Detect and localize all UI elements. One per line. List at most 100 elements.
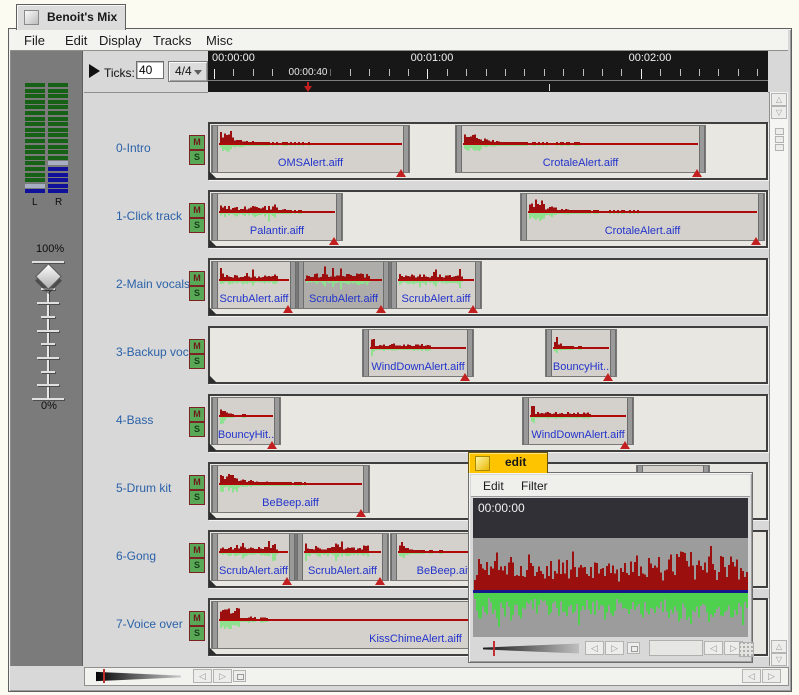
time-signature-dropdown[interactable]: 4/4: [168, 61, 208, 82]
clip-end-marker[interactable]: [283, 305, 293, 313]
timeline-ruler[interactable]: 00:00:00 00:01:00 00:02:00 00:00:40: [208, 51, 768, 92]
zoom-marker[interactable]: [493, 641, 495, 656]
solo-button[interactable]: S: [189, 558, 205, 573]
mute-button[interactable]: M: [189, 135, 205, 150]
clip-handle-right[interactable]: [336, 194, 342, 240]
close-button[interactable]: [24, 10, 39, 25]
clip-handle-right[interactable]: [289, 534, 295, 580]
solo-button[interactable]: S: [189, 626, 205, 641]
clip-handle-right[interactable]: [699, 126, 705, 172]
audio-clip[interactable]: BeBeep.aiff: [211, 465, 370, 513]
step-right-icon[interactable]: ▷: [762, 669, 781, 683]
edit-menu-edit[interactable]: Edit: [483, 479, 504, 493]
scrollbar-grip[interactable]: [775, 144, 784, 151]
clip-handle-right[interactable]: [290, 262, 296, 308]
edit-menu-filter[interactable]: Filter: [521, 479, 548, 493]
solo-button[interactable]: S: [189, 422, 205, 437]
track-label[interactable]: 5-Drum kit: [116, 481, 171, 495]
solo-button[interactable]: S: [189, 354, 205, 369]
clip-end-marker[interactable]: [329, 237, 339, 245]
bottom-scrollbar[interactable]: ◁ ▷ ◁ ▷: [84, 667, 789, 686]
scroll-up-icon[interactable]: △: [771, 640, 787, 653]
mute-button[interactable]: M: [189, 271, 205, 286]
menu-edit[interactable]: Edit: [65, 33, 87, 48]
solo-button[interactable]: S: [189, 218, 205, 233]
clip-end-marker[interactable]: [692, 169, 702, 177]
step-left-icon[interactable]: ◁: [193, 669, 212, 683]
audio-clip[interactable]: ScrubAlert.aiff: [390, 261, 482, 309]
audio-clip[interactable]: WindDownAlert.aiff: [522, 397, 634, 445]
clip-handle-right[interactable]: [363, 466, 369, 512]
clip-end-marker[interactable]: [267, 441, 277, 449]
clip-handle-right[interactable]: [627, 398, 633, 444]
audio-clip[interactable]: ScrubAlert.aiff: [211, 261, 297, 309]
clip-end-marker[interactable]: [375, 577, 385, 585]
scroll-up-icon[interactable]: △: [771, 93, 787, 106]
clip-handle-right[interactable]: [274, 398, 280, 444]
solo-button[interactable]: S: [189, 286, 205, 301]
audio-clip[interactable]: WindDownAlert.aiff: [362, 329, 474, 377]
mute-button[interactable]: M: [189, 475, 205, 490]
step-left-icon[interactable]: ◁: [585, 641, 604, 655]
clip-end-marker[interactable]: [356, 509, 366, 517]
audio-clip[interactable]: CrotaleAlert.aiff: [520, 193, 765, 241]
clip-end-marker[interactable]: [603, 373, 613, 381]
scrollbar-grip[interactable]: [775, 136, 784, 143]
main-window-tab[interactable]: Benoit's Mix: [16, 4, 126, 30]
clip-handle-right[interactable]: [758, 194, 764, 240]
resize-grip[interactable]: [739, 642, 754, 657]
clip-end-marker[interactable]: [376, 305, 386, 313]
track-label[interactable]: 2-Main vocals: [116, 277, 190, 291]
solo-button[interactable]: S: [189, 490, 205, 505]
clip-end-marker[interactable]: [282, 577, 292, 585]
edit-scroll-track[interactable]: [649, 640, 703, 656]
play-icon[interactable]: [89, 64, 100, 78]
clip-end-marker[interactable]: [620, 441, 630, 449]
close-button[interactable]: [475, 456, 490, 471]
audio-clip[interactable]: ScrubAlert.aiff: [296, 533, 389, 581]
clip-handle-right[interactable]: [403, 126, 409, 172]
stop-button[interactable]: [233, 670, 246, 682]
stop-button[interactable]: [627, 642, 640, 654]
menu-display[interactable]: Display: [99, 33, 142, 48]
step-left-icon[interactable]: ◁: [704, 641, 723, 655]
clip-end-marker[interactable]: [396, 169, 406, 177]
clip-handle-right[interactable]: [475, 262, 481, 308]
menu-misc[interactable]: Misc: [206, 33, 233, 48]
mute-button[interactable]: M: [189, 611, 205, 626]
menu-tracks[interactable]: Tracks: [153, 33, 192, 48]
slider-thumb[interactable]: [35, 263, 62, 290]
audio-clip[interactable]: OMSAlert.aiff: [211, 125, 410, 173]
solo-button[interactable]: S: [189, 150, 205, 165]
speed-marker[interactable]: [103, 669, 105, 683]
scrollbar-grip[interactable]: [775, 128, 784, 135]
zoom-wedge-control[interactable]: [483, 643, 579, 654]
clip-handle-right[interactable]: [383, 262, 389, 308]
clip-end-marker[interactable]: [468, 305, 478, 313]
menu-file[interactable]: File: [24, 33, 45, 48]
scroll-down-icon[interactable]: ▽: [771, 653, 787, 666]
step-right-icon[interactable]: ▷: [605, 641, 624, 655]
scroll-down-icon[interactable]: ▽: [771, 106, 787, 119]
clip-end-marker[interactable]: [751, 237, 761, 245]
speed-wedge-control[interactable]: [96, 671, 181, 682]
clip-handle-right[interactable]: [610, 330, 616, 376]
audio-clip[interactable]: BouncyHit..: [211, 397, 281, 445]
track-label[interactable]: 6-Gong: [116, 549, 156, 563]
audio-clip[interactable]: ScrubAlert.aiff: [297, 261, 390, 309]
mute-button[interactable]: M: [189, 407, 205, 422]
clip-handle-right[interactable]: [382, 534, 388, 580]
step-left-icon[interactable]: ◁: [742, 669, 761, 683]
vertical-scrollbar[interactable]: △ ▽ △ ▽: [769, 92, 788, 666]
audio-clip[interactable]: Palantir.aiff: [211, 193, 343, 241]
step-right-icon[interactable]: ▷: [213, 669, 232, 683]
track-label[interactable]: 1-Click track: [116, 209, 182, 223]
track-label[interactable]: 7-Voice over: [116, 617, 183, 631]
mute-button[interactable]: M: [189, 339, 205, 354]
mute-button[interactable]: M: [189, 543, 205, 558]
audio-clip[interactable]: BouncyHit..: [545, 329, 617, 377]
clip-end-marker[interactable]: [460, 373, 470, 381]
edit-window-tab[interactable]: edit: [468, 452, 548, 473]
audio-clip[interactable]: ScrubAlert.aiff: [211, 533, 296, 581]
track-label[interactable]: 4-Bass: [116, 413, 153, 427]
